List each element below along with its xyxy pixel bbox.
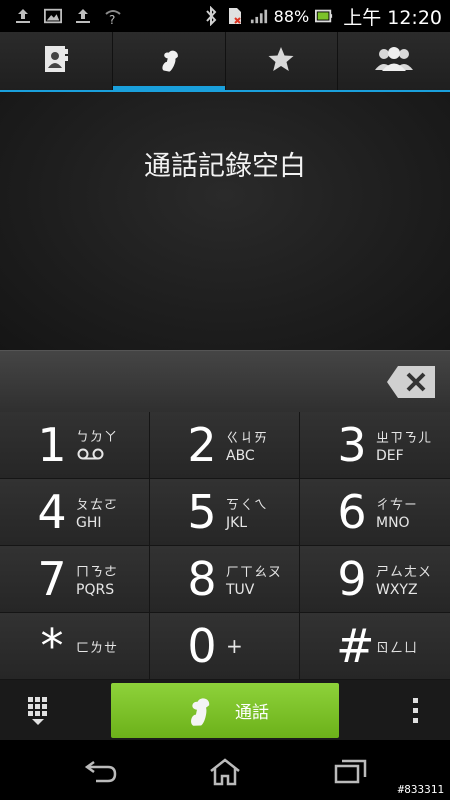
star-icon: [267, 45, 295, 77]
signal-icon: [250, 7, 268, 25]
recent-apps-icon[interactable]: [334, 758, 368, 784]
key-1[interactable]: 1 ㄅㄉㄚ: [0, 412, 150, 479]
number-display[interactable]: [0, 350, 450, 413]
key-bopomofo: ㄅㄉㄚ: [76, 430, 119, 445]
key-digit: 6: [337, 485, 367, 539]
key-9[interactable]: 9 ㄕㄙㄤㄨ WXYZ: [300, 546, 450, 613]
svg-text:?: ?: [109, 13, 115, 25]
tab-contacts[interactable]: [0, 32, 113, 90]
tab-favorites[interactable]: [226, 32, 339, 90]
back-icon[interactable]: [84, 758, 118, 784]
clock: 上午 12:20: [343, 6, 442, 29]
key-hash[interactable]: # ㄖㄥㄩ: [300, 613, 450, 680]
empty-call-log-text: 通話記錄空白: [144, 151, 306, 182]
call-log-area: 通話記錄空白: [0, 92, 450, 350]
key-bopomofo: ㄇㄋㄜ: [76, 564, 119, 580]
key-digit: 2: [187, 418, 217, 472]
key-4[interactable]: 4 ㄆㄊㄛ GHI: [0, 479, 150, 546]
tab-groups[interactable]: [338, 32, 450, 90]
phone-icon: [154, 44, 184, 78]
key-digit: *: [40, 619, 64, 673]
status-bar: ? 88% 上午 12:20: [0, 0, 450, 32]
key-digit: 7: [37, 552, 67, 606]
tab-phone[interactable]: [112, 32, 226, 92]
key-bopomofo: ㄎㄑㄟ: [226, 497, 269, 513]
key-7[interactable]: 7 ㄇㄋㄜ PQRS: [0, 546, 150, 613]
battery-percent: 88%: [273, 6, 310, 26]
key-digit: 1: [37, 418, 67, 472]
wifi-question-icon: ?: [104, 7, 122, 25]
key-digit: 8: [187, 552, 217, 606]
key-bopomofo: ㄕㄙㄤㄨ: [376, 564, 433, 580]
key-star[interactable]: * ㄈㄌㄝ: [0, 613, 150, 680]
key-bopomofo: ㄓㄗㄋㄦ: [376, 430, 433, 446]
home-icon[interactable]: [208, 758, 242, 786]
key-digit: 3: [337, 418, 367, 472]
key-bopomofo: ㄈㄌㄝ: [76, 640, 119, 656]
contacts-icon: [43, 44, 69, 78]
key-5[interactable]: 5 ㄎㄑㄟ JKL: [150, 479, 300, 546]
key-letters: ABC: [226, 447, 255, 464]
tab-bar: [0, 32, 450, 92]
key-2[interactable]: 2 ㄍㄐㄞ ABC: [150, 412, 300, 479]
upload-icon: [14, 7, 32, 25]
image-icon: [44, 7, 62, 25]
call-button[interactable]: 通話: [111, 683, 339, 738]
key-6[interactable]: 6 ㄔㄘㄧ MNO: [300, 479, 450, 546]
sim-error-icon: [226, 7, 244, 25]
key-digit: 5: [187, 485, 217, 539]
backspace-button[interactable]: [386, 365, 436, 399]
key-plus: +: [226, 634, 244, 658]
battery-icon: [315, 7, 333, 25]
key-0[interactable]: 0 +: [150, 613, 300, 680]
key-bopomofo: ㄔㄘㄧ: [376, 497, 419, 513]
key-digit: 9: [337, 552, 367, 606]
key-digit: 0: [187, 619, 217, 673]
key-letters: JKL: [226, 514, 248, 531]
upload-icon: [74, 7, 92, 25]
voicemail-icon: [76, 445, 118, 464]
dialpad-toggle-button[interactable]: [22, 696, 54, 726]
phone-icon: [181, 691, 221, 731]
key-letters: TUV: [226, 581, 255, 598]
more-options-button[interactable]: [412, 696, 420, 726]
key-letters: DEF: [376, 447, 404, 464]
watermark: #833311: [397, 783, 444, 796]
dial-keypad: 1 ㄅㄉㄚ 2 ㄍㄐㄞ ABC 3 ㄓㄗㄋㄦ DEF 4 ㄆㄊㄛ GHI 5 ㄎㄑㄟ J…: [0, 412, 450, 680]
key-bopomofo: ㄏㄒㄠㄡ: [226, 564, 283, 580]
key-bopomofo: ㄍㄐㄞ: [226, 430, 269, 446]
key-3[interactable]: 3 ㄓㄗㄋㄦ DEF: [300, 412, 450, 479]
groups-icon: [374, 46, 414, 76]
key-letters: GHI: [76, 514, 102, 531]
navigation-bar: #833311: [0, 740, 450, 800]
key-digit: 4: [37, 485, 67, 539]
key-letters: PQRS: [76, 581, 115, 598]
key-letters: MNO: [376, 514, 410, 531]
call-button-label: 通話: [235, 703, 269, 723]
key-letters: WXYZ: [376, 581, 418, 598]
key-bopomofo: ㄆㄊㄛ: [76, 497, 119, 513]
key-8[interactable]: 8 ㄏㄒㄠㄡ TUV: [150, 546, 300, 613]
key-digit: #: [336, 619, 375, 673]
key-bopomofo: ㄖㄥㄩ: [376, 640, 419, 656]
bluetooth-icon: [202, 6, 220, 26]
